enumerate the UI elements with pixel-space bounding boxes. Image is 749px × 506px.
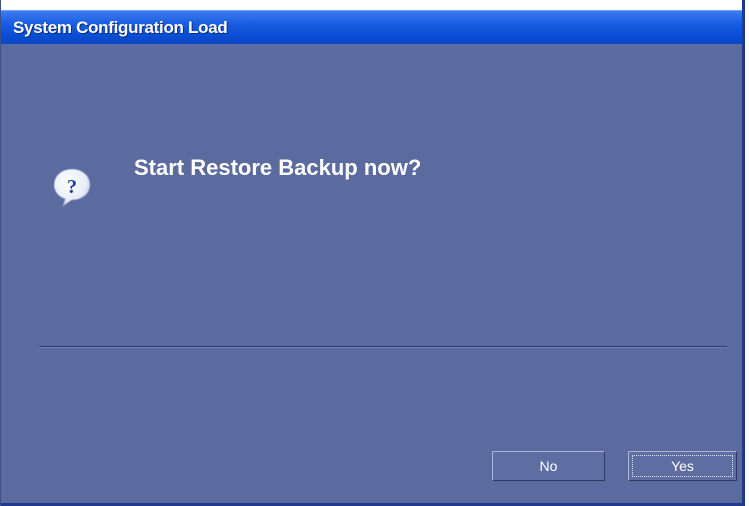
yes-button[interactable]: Yes	[628, 451, 737, 481]
separator-line	[39, 346, 727, 348]
no-button-label: No	[539, 458, 558, 474]
title-bar[interactable]: System Configuration Load	[1, 10, 742, 44]
window-title: System Configuration Load	[13, 18, 228, 37]
svg-text:?: ?	[67, 176, 77, 198]
yes-button-label: Yes	[671, 458, 694, 474]
dialog-window: System Configuration Load ? Start Restor…	[0, 0, 745, 506]
dialog-message: Start Restore Backup now?	[134, 155, 422, 180]
question-icon: ?	[51, 166, 93, 208]
top-border	[1, 0, 742, 10]
no-button[interactable]: No	[492, 451, 605, 481]
